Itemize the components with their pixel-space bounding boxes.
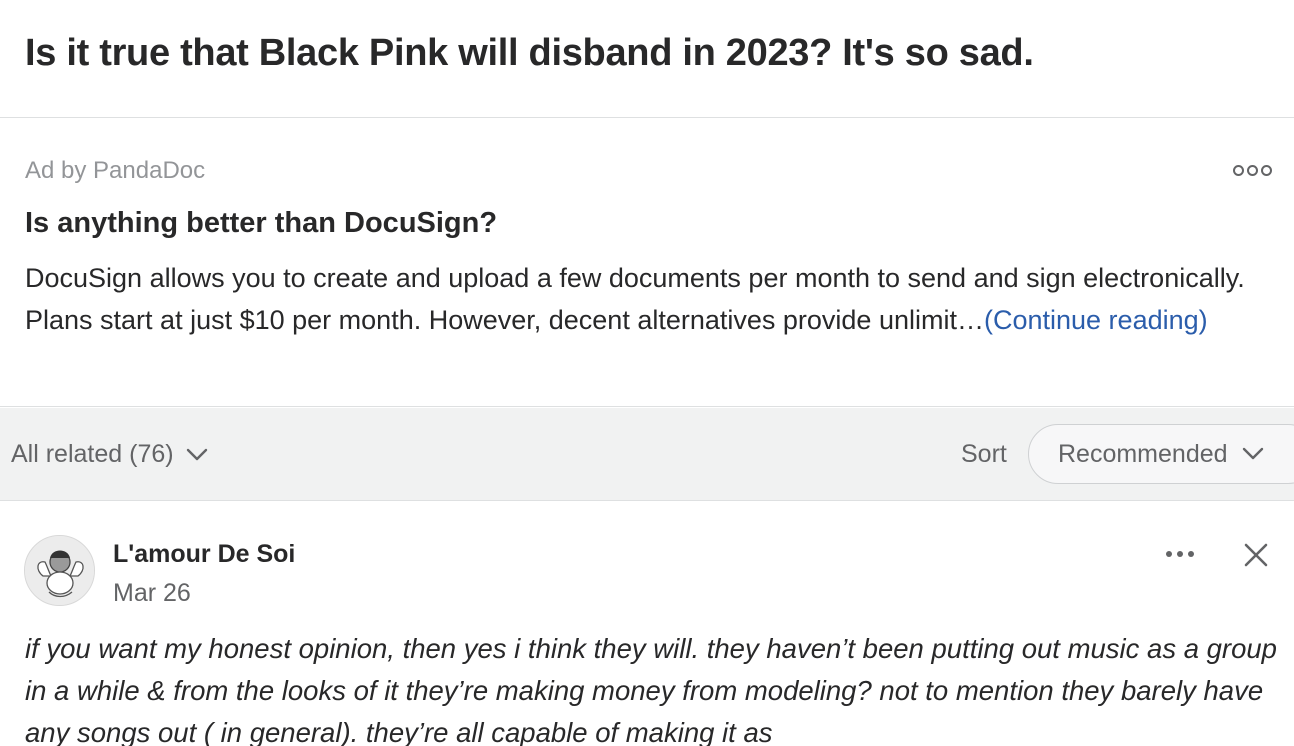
question-title[interactable]: Is it true that Black Pink will disband … — [25, 32, 1034, 75]
continue-reading-link[interactable]: (Continue reading) — [984, 305, 1208, 335]
ad-block: Ad by PandaDoc Is anything better than D… — [0, 119, 1294, 407]
related-bar: All related (76) Sort Recommended — [0, 408, 1294, 501]
more-dot — [1188, 551, 1194, 557]
question-header: Is it true that Black Pink will disband … — [0, 0, 1294, 118]
ad-body: DocuSign allows you to create and upload… — [25, 257, 1265, 341]
page: Is it true that Black Pink will disband … — [0, 0, 1294, 746]
answer-card: L'amour De Soi Mar 26 if you want my hon… — [0, 502, 1294, 746]
all-related-label: All related (76) — [11, 440, 174, 468]
chevron-down-icon — [186, 448, 207, 460]
more-options-dot — [1260, 164, 1272, 176]
more-options-dot — [1246, 164, 1258, 176]
close-icon[interactable] — [1240, 539, 1272, 571]
more-options-icon[interactable] — [1226, 157, 1278, 183]
chevron-down-icon — [1242, 447, 1263, 460]
answer-text[interactable]: if you want my honest opinion, then yes … — [25, 628, 1277, 746]
avatar[interactable] — [24, 535, 95, 606]
author-name[interactable]: L'amour De Soi — [113, 540, 295, 569]
sort-select[interactable]: Recommended — [1028, 424, 1294, 484]
all-related-dropdown[interactable]: All related (76) — [11, 408, 208, 501]
ad-sponsor-label[interactable]: Ad by PandaDoc — [25, 157, 205, 185]
more-dot — [1166, 551, 1172, 557]
ad-title[interactable]: Is anything better than DocuSign? — [25, 207, 497, 240]
sort-select-value: Recommended — [1058, 439, 1228, 468]
answer-date[interactable]: Mar 26 — [113, 579, 191, 608]
sort-label: Sort — [961, 440, 1007, 468]
avatar-image — [25, 536, 94, 605]
more-options-dot — [1232, 164, 1244, 176]
more-options-icon[interactable] — [1158, 540, 1202, 568]
more-dot — [1177, 551, 1183, 557]
